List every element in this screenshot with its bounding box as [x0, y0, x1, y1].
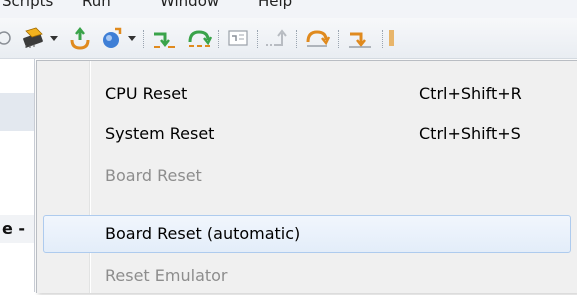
connect-icon[interactable]	[66, 18, 94, 58]
menu-bar: Scripts Run Window Help	[0, 0, 577, 18]
assembly-step-icon[interactable]	[224, 18, 252, 58]
menu-item-shortcut: Ctrl+Shift+R	[419, 84, 522, 103]
toolbar-separator	[143, 30, 145, 48]
panel-row-text: e -	[2, 219, 26, 238]
menu-item-label: Reset Emulator	[105, 266, 228, 285]
overflow-icon[interactable]	[386, 18, 398, 58]
menu-item-reset-emulator[interactable]: Reset Emulator	[43, 257, 571, 295]
toolbar-separator	[218, 30, 220, 48]
menu-window[interactable]: Window	[160, 0, 219, 10]
menu-item-system-reset[interactable]: System Reset Ctrl+Shift+S	[43, 115, 571, 153]
reset-dropdown-arrow-icon[interactable]	[48, 18, 60, 58]
menu-scripts[interactable]: Scripts	[2, 0, 53, 10]
menu-item-label: Board Reset (automatic)	[105, 224, 301, 243]
toolbar-separator	[382, 30, 384, 48]
menu-item-board-reset[interactable]: Board Reset	[43, 157, 571, 195]
menu-help[interactable]: Help	[258, 0, 292, 10]
toolbar-separator	[257, 30, 259, 48]
menu-run[interactable]: Run	[82, 0, 111, 10]
step-into-icon[interactable]	[149, 18, 179, 58]
launch-dropdown-arrow-icon[interactable]	[126, 18, 138, 58]
step-over-icon[interactable]	[184, 18, 214, 58]
refresh-icon[interactable]	[0, 18, 16, 58]
toolbar	[0, 18, 577, 59]
panel-header-strip	[0, 93, 34, 131]
menu-item-label: Board Reset	[105, 166, 202, 185]
drop-to-frame-icon[interactable]	[343, 18, 377, 58]
toolbar-separator	[338, 30, 340, 48]
menu-item-label: CPU Reset	[105, 84, 188, 103]
menu-item-board-reset-automatic[interactable]: Board Reset (automatic)	[43, 215, 571, 253]
toolbar-separator	[296, 30, 298, 48]
menu-item-shortcut: Ctrl+Shift+S	[419, 124, 521, 143]
menu-item-label: System Reset	[105, 124, 215, 143]
run-to-line-icon[interactable]	[300, 18, 334, 58]
menu-item-cpu-reset[interactable]: CPU Reset Ctrl+Shift+R	[43, 75, 571, 113]
launch-icon[interactable]	[98, 18, 126, 58]
step-return-icon[interactable]	[262, 18, 290, 58]
reset-menu: CPU Reset Ctrl+Shift+R System Reset Ctrl…	[36, 60, 577, 293]
left-panel: e -	[0, 59, 35, 292]
reset-chip-icon[interactable]	[18, 18, 48, 58]
